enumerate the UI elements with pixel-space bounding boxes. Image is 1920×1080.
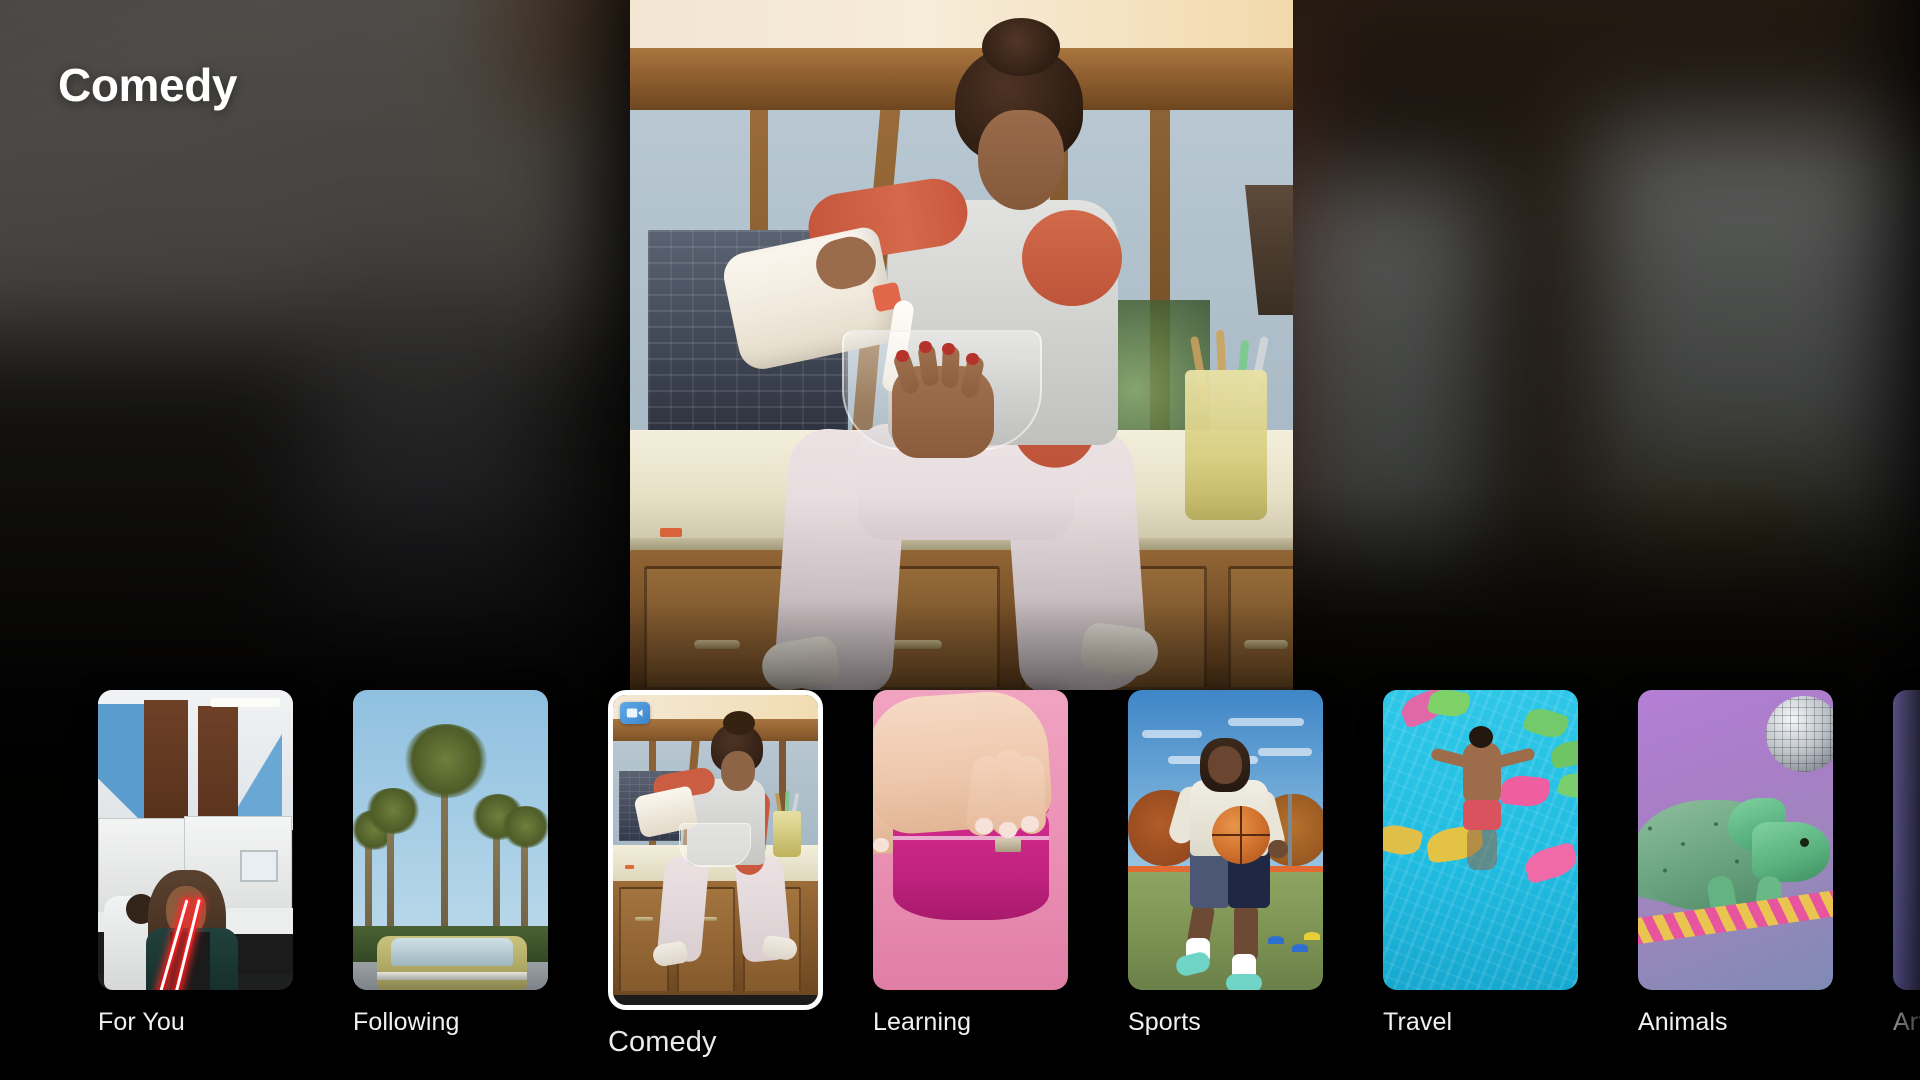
category-card-learning[interactable]: Learning	[873, 690, 1068, 1037]
category-card-animals[interactable]: Animals	[1638, 690, 1833, 1037]
thumbnail-comedy[interactable]	[608, 690, 823, 1010]
category-card-art[interactable]: Art	[1893, 690, 1920, 1037]
thumbnail-following[interactable]	[353, 690, 548, 990]
category-card-sports[interactable]: Sports	[1128, 690, 1323, 1037]
category-label-animals: Animals	[1638, 1008, 1728, 1036]
category-label-art: Art	[1893, 1008, 1920, 1036]
thumbnail-animals[interactable]	[1638, 690, 1833, 990]
category-card-comedy[interactable]: Comedy	[608, 690, 823, 1059]
thumbnail-sports[interactable]	[1128, 690, 1323, 990]
category-label-travel: Travel	[1383, 1008, 1453, 1036]
thumbnail-learning[interactable]	[873, 690, 1068, 990]
category-card-travel[interactable]: Travel	[1383, 690, 1578, 1037]
category-label-following: Following	[353, 1008, 460, 1036]
thumbnail-art[interactable]	[1893, 690, 1920, 990]
thumbnail-for-you[interactable]	[98, 690, 293, 990]
category-label-for-you: For You	[98, 1008, 185, 1036]
category-label-learning: Learning	[873, 1008, 972, 1036]
category-label-comedy: Comedy	[608, 1026, 717, 1058]
page-title: Comedy	[58, 59, 238, 111]
carousel-rail[interactable]: For You Following Comedy Learning Sports…	[98, 690, 1920, 1059]
category-card-for-you[interactable]: For You	[98, 690, 293, 1037]
category-browser-screen: Comedy For You Following Comedy Learning…	[0, 0, 1920, 1080]
featured-video-player[interactable]	[630, 0, 1293, 690]
category-label-sports: Sports	[1128, 1008, 1201, 1036]
video-badge-icon	[620, 702, 650, 724]
thumbnail-travel[interactable]	[1383, 690, 1578, 990]
category-card-following[interactable]: Following	[353, 690, 548, 1037]
category-carousel[interactable]: For You Following Comedy Learning Sports…	[0, 680, 1920, 1080]
